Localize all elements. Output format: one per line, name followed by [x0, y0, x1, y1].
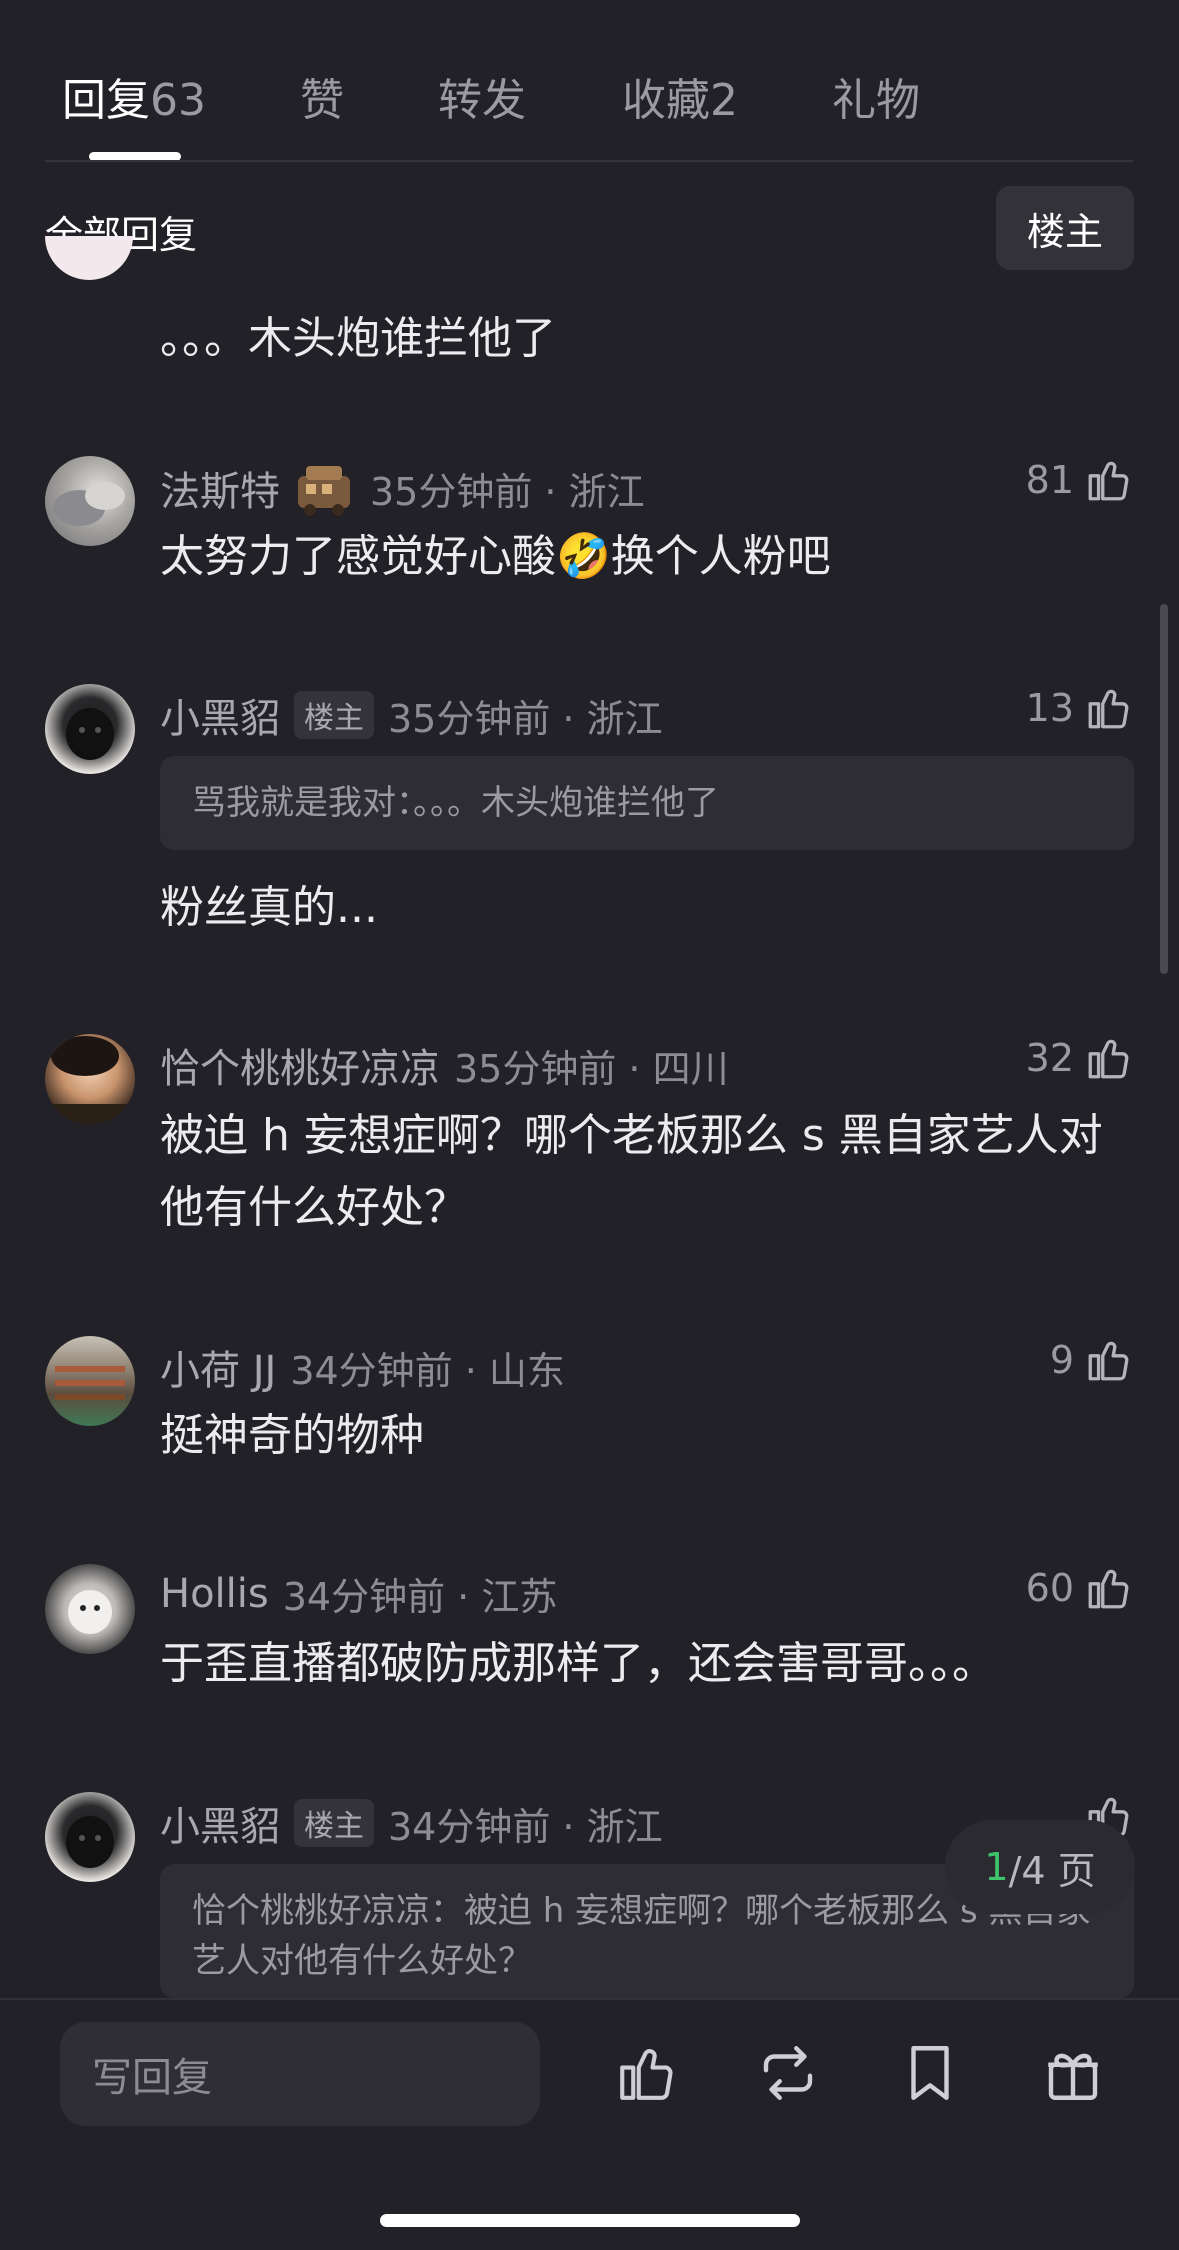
home-indicator: [380, 2214, 800, 2227]
avatar-image-icon: [45, 1036, 135, 1124]
like-count: 13: [1025, 686, 1074, 730]
total-pages: /4 页: [1008, 1848, 1096, 1893]
gift-icon: [1048, 2053, 1098, 2100]
avatar-image-icon: [68, 1590, 112, 1634]
tab-likes[interactable]: 赞: [300, 64, 344, 128]
avatar[interactable]: [45, 1792, 135, 1882]
avatar-image-icon: [66, 708, 114, 760]
avatar-image-icon: [55, 1366, 125, 1400]
avatar[interactable]: [45, 236, 133, 316]
tabs-divider: [45, 160, 1133, 162]
comment-meta: 小黑貂 楼主 35分钟前 · 浙江: [160, 686, 663, 744]
comment-time-location: 34分钟前 · 山东: [290, 1348, 565, 1393]
author-only-button[interactable]: 楼主: [996, 186, 1134, 270]
like-button[interactable]: 81: [1026, 455, 1134, 505]
tab-likes-label: 赞: [300, 75, 344, 126]
like-button[interactable]: 9: [1050, 1335, 1134, 1385]
comment-text: 粉丝真的...: [160, 882, 378, 933]
tab-replies-label: 回复: [62, 75, 150, 126]
username[interactable]: 小黑貂: [160, 1794, 280, 1852]
op-badge: 楼主: [294, 691, 374, 739]
comment-text: 挺神奇的物种: [160, 1410, 424, 1461]
username[interactable]: 恰个桃桃好凉凉: [160, 1036, 440, 1094]
like-count: 9: [1049, 1338, 1074, 1382]
thumbs-up-icon: [1088, 1341, 1129, 1381]
avatar[interactable]: [45, 1336, 135, 1426]
tab-gifts[interactable]: 礼物: [832, 64, 920, 128]
op-badge: 楼主: [294, 1799, 374, 1847]
scrollbar[interactable]: [1160, 604, 1168, 974]
badge-sticker-icon: [298, 466, 350, 516]
tab-reposts[interactable]: 转发: [438, 64, 526, 128]
avatar[interactable]: [45, 456, 135, 546]
thumbs-up-icon: [1088, 1569, 1129, 1609]
reply-tabs: 回复63 赞 转发 收藏2 礼物: [0, 0, 1179, 162]
avatar[interactable]: [45, 1564, 135, 1654]
like-button[interactable]: 60: [1026, 1563, 1134, 1613]
like-post-button[interactable]: [614, 2040, 680, 2106]
tab-replies-count: 63: [150, 75, 206, 126]
like-button[interactable]: 13: [1026, 683, 1134, 733]
comment-text: 。。。木头炮谁拦他了: [160, 313, 556, 364]
bookmark-icon: [911, 2046, 949, 2100]
comment-meta: 小荷 JJ 34分钟前 · 山东: [160, 1338, 565, 1396]
avatar[interactable]: [45, 684, 135, 774]
comment-text: 于歪直播都破防成那样了，还会害哥哥。。。: [160, 1638, 996, 1689]
username[interactable]: Hollis: [160, 1571, 269, 1617]
repost-button[interactable]: [755, 2040, 821, 2106]
tab-favorites[interactable]: 收藏2: [622, 64, 738, 128]
comment-text: 被迫 h 妄想症啊？哪个老板那么 s 黑自家艺人对他有什么好处？: [160, 1110, 1103, 1233]
current-page: 1: [984, 1845, 1009, 1889]
tab-replies[interactable]: 回复63: [62, 64, 206, 128]
avatar-image-icon: [53, 482, 125, 526]
comment-meta: Hollis 34分钟前 · 江苏: [160, 1566, 557, 1621]
quoted-reply[interactable]: 骂我就是我对：。。。木头炮谁拦他了: [160, 756, 1134, 850]
tab-reposts-label: 转发: [438, 75, 526, 126]
username[interactable]: 法斯特: [160, 459, 280, 517]
comment-time-location: 34分钟前 · 江苏: [282, 1575, 558, 1619]
comment-meta: 法斯特 35分钟前 · 浙江: [160, 458, 645, 518]
username[interactable]: 小黑貂: [160, 686, 280, 744]
like-button[interactable]: 32: [1026, 1033, 1134, 1083]
page-indicator[interactable]: 1/4 页: [945, 1820, 1135, 1914]
tab-favorites-label: 收藏: [622, 75, 710, 126]
thumbs-up-icon: [620, 2049, 673, 2100]
thumbs-up-icon: [1088, 1039, 1129, 1079]
tab-gifts-label: 礼物: [832, 75, 920, 126]
thumbs-up-icon: [1088, 461, 1129, 501]
comment-meta: 小黑貂 楼主 34分钟前 · 浙江: [160, 1794, 663, 1852]
comment-time-location: 34分钟前 · 浙江: [388, 1804, 663, 1849]
reply-input[interactable]: 写回复: [60, 2022, 540, 2126]
thumbs-up-icon: [1088, 689, 1129, 729]
avatar[interactable]: [45, 1034, 135, 1124]
comment-text: 太努力了感觉好心酸🤣换个人粉吧: [160, 531, 831, 582]
like-count: 60: [1025, 1566, 1074, 1610]
comment-time-location: 35分钟前 · 四川: [454, 1046, 729, 1091]
tab-favorites-count: 2: [710, 75, 738, 126]
comment-time-location: 35分钟前 · 浙江: [370, 469, 645, 514]
username[interactable]: 小荷 JJ: [160, 1338, 276, 1396]
gift-button[interactable]: [1040, 2040, 1106, 2106]
comment-meta: 恰个桃桃好凉凉 35分钟前 · 四川: [160, 1036, 729, 1094]
favorite-button[interactable]: [897, 2040, 963, 2106]
like-count: 32: [1025, 1036, 1074, 1080]
avatar-image-icon: [66, 1816, 114, 1868]
bottom-action-bar: 写回复: [0, 1998, 1179, 2250]
like-count: 81: [1025, 458, 1074, 502]
comment-time-location: 35分钟前 · 浙江: [388, 696, 663, 741]
repost-icon: [763, 2046, 813, 2100]
